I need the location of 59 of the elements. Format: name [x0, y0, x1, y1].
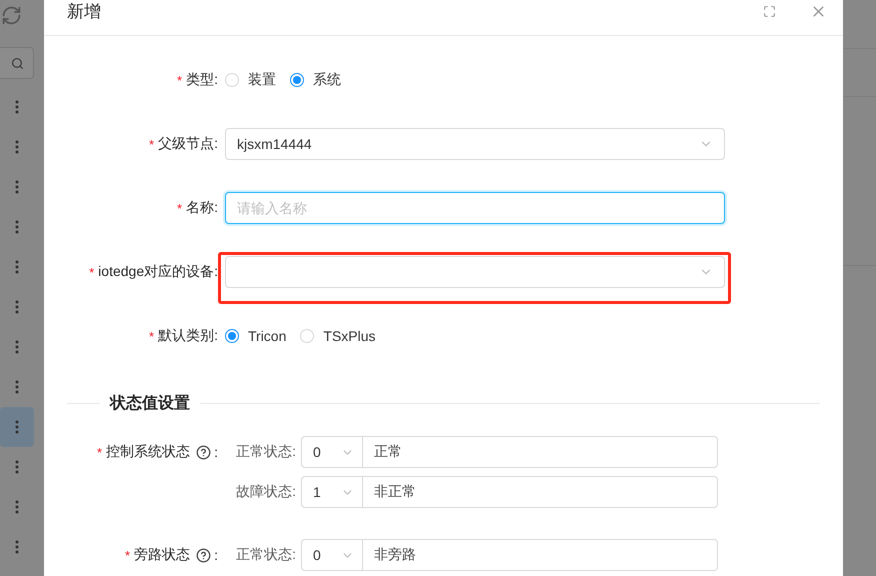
code-value: 0 [313, 547, 321, 563]
state-label: 正常状态: [235, 546, 296, 564]
more-icon [15, 140, 19, 154]
more-icon [15, 180, 19, 194]
field-label: 名称: [186, 199, 218, 217]
radio-option[interactable]: TSxPlus [300, 328, 376, 344]
more-icon [15, 260, 19, 274]
required-mark: * [125, 548, 130, 562]
required-mark: * [149, 136, 154, 152]
field-label: 控制系统状态 [106, 443, 190, 461]
radio-option[interactable]: Tricon [225, 328, 286, 344]
required-mark: * [89, 264, 94, 280]
more-icon [15, 460, 19, 474]
more-icon [15, 100, 19, 114]
code-value: 0 [313, 444, 321, 460]
search-icon [10, 56, 24, 70]
code-select[interactable]: 0 [301, 436, 363, 468]
more-icon [15, 220, 19, 234]
refresh-icon[interactable] [1, 4, 22, 26]
radio-button[interactable] [290, 73, 304, 87]
radio-button[interactable] [225, 329, 239, 343]
more-icon [15, 380, 19, 394]
field-label: 旁路状态 [134, 546, 190, 564]
select-field[interactable]: kjsxm14444 [225, 128, 725, 160]
field-label: iotedge对应的设备: [98, 263, 218, 281]
radio-option[interactable]: 装置 [225, 71, 276, 89]
name-input-field[interactable]: 请输入名称 [225, 192, 725, 224]
radio-option[interactable]: 系统 [290, 71, 341, 89]
state-text-field[interactable]: 非旁路 [363, 539, 718, 571]
help-icon[interactable] [196, 548, 212, 562]
field-label: 类型: [186, 71, 218, 89]
field-label: 父级节点: [158, 135, 218, 153]
code-value: 1 [313, 484, 321, 500]
state-text-field[interactable]: 非正常 [363, 476, 718, 508]
state-label: 故障状态: [235, 483, 296, 501]
select-field[interactable] [225, 256, 725, 288]
colon: : [214, 444, 218, 460]
code-select[interactable]: 1 [301, 476, 363, 508]
row-menu-button[interactable] [0, 407, 34, 447]
select-value: kjsxm14444 [237, 136, 312, 152]
section-title: 状态值设置 [108, 393, 191, 414]
search-button[interactable] [0, 47, 34, 79]
more-icon [15, 420, 19, 434]
more-icon [15, 540, 19, 554]
state-text-field[interactable]: 正常 [363, 436, 718, 468]
field-label: 默认类别: [158, 327, 218, 345]
maximize-button[interactable] [763, 5, 776, 18]
more-icon [15, 500, 19, 514]
required-mark: * [177, 200, 182, 216]
dialog-title: 新增 [67, 1, 102, 23]
colon: : [214, 547, 218, 563]
required-mark: * [177, 72, 182, 88]
more-icon [15, 300, 19, 314]
code-select[interactable]: 0 [301, 539, 363, 571]
state-label: 正常状态: [235, 443, 296, 461]
required-mark: * [97, 444, 102, 460]
required-mark: * [149, 328, 154, 344]
more-icon [15, 340, 19, 354]
help-icon[interactable] [196, 444, 212, 460]
